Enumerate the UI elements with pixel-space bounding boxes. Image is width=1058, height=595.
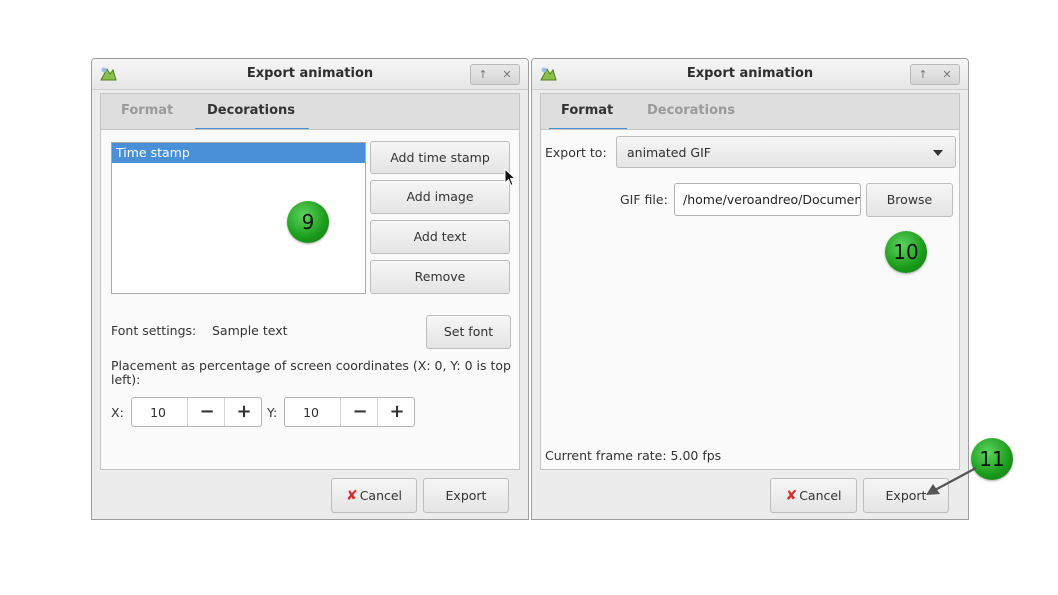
x-label: X: bbox=[111, 405, 124, 420]
browse-button[interactable]: Browse bbox=[866, 183, 953, 217]
title-bar[interactable]: Export animation ↑ ✕ bbox=[532, 59, 968, 90]
remove-button[interactable]: Remove bbox=[370, 260, 510, 294]
tab-format[interactable]: Format bbox=[561, 103, 613, 118]
gif-file-input[interactable]: /home/veroandreo/Documents bbox=[674, 183, 861, 216]
chevron-down-icon bbox=[933, 150, 943, 156]
dialog-title: Export animation bbox=[686, 66, 814, 81]
cancel-label: Cancel bbox=[359, 488, 403, 503]
callout-arrow-icon bbox=[926, 467, 977, 495]
export-to-label: Export to: bbox=[545, 145, 607, 160]
export-animation-dialog-decorations: Export animation ↑ ✕ Format Decorations … bbox=[91, 58, 529, 520]
export-format-select[interactable]: animated GIF bbox=[616, 136, 956, 168]
callout-badge-9: 9 bbox=[287, 201, 329, 243]
cancel-icon: ✘ bbox=[345, 488, 358, 504]
tab-format[interactable]: Format bbox=[121, 103, 173, 118]
cancel-icon: ✘ bbox=[785, 488, 798, 504]
gif-file-label: GIF file: bbox=[620, 192, 668, 207]
cancel-button[interactable]: ✘ Cancel bbox=[331, 478, 417, 513]
y-decrement-icon[interactable]: − bbox=[340, 398, 379, 426]
export-animation-dialog-format: Export animation ↑ ✕ Format Decorations … bbox=[531, 58, 969, 520]
set-font-button[interactable]: Set font bbox=[426, 315, 511, 349]
cancel-button[interactable]: ✘ Cancel bbox=[770, 478, 857, 513]
dialog-title: Export animation bbox=[246, 66, 374, 81]
tab-bar: Format Decorations bbox=[540, 93, 960, 131]
callout-badge-10: 10 bbox=[885, 231, 927, 273]
mouse-cursor-icon bbox=[504, 168, 517, 187]
title-bar[interactable]: Export animation ↑ ✕ bbox=[92, 59, 528, 90]
export-button[interactable]: Export bbox=[423, 478, 509, 513]
list-item[interactable]: Time stamp bbox=[112, 143, 365, 163]
window-buttons: ↑ ✕ bbox=[910, 64, 960, 85]
add-image-button[interactable]: Add image bbox=[370, 180, 510, 214]
x-value[interactable]: 10 bbox=[150, 405, 166, 420]
y-spinbox[interactable]: 10 − + bbox=[284, 397, 415, 427]
tab-decorations[interactable]: Decorations bbox=[207, 103, 295, 118]
tab-bar: Format Decorations bbox=[100, 93, 520, 131]
restore-icon[interactable]: ↑ bbox=[478, 68, 487, 81]
restore-icon[interactable]: ↑ bbox=[918, 68, 927, 81]
x-decrement-icon[interactable]: − bbox=[187, 398, 226, 426]
font-sample-text: Sample text bbox=[212, 323, 288, 338]
add-time-stamp-button[interactable]: Add time stamp bbox=[370, 141, 510, 174]
x-spinbox[interactable]: 10 − + bbox=[131, 397, 262, 427]
tab-decorations[interactable]: Decorations bbox=[647, 103, 735, 118]
export-format-value: animated GIF bbox=[627, 145, 711, 160]
gif-file-value: /home/veroandreo/Documents bbox=[683, 192, 861, 207]
window-buttons: ↑ ✕ bbox=[470, 64, 520, 85]
font-settings-label: Font settings: bbox=[111, 323, 197, 338]
y-value[interactable]: 10 bbox=[303, 405, 319, 420]
cancel-label: Cancel bbox=[799, 488, 842, 503]
x-increment-icon[interactable]: + bbox=[224, 398, 263, 426]
format-panel: Export to: animated GIF GIF file: /home/… bbox=[540, 129, 960, 470]
placement-label: Placement as percentage of screen coordi… bbox=[111, 358, 511, 387]
add-text-button[interactable]: Add text bbox=[370, 220, 510, 254]
close-icon[interactable]: ✕ bbox=[942, 68, 951, 81]
y-increment-icon[interactable]: + bbox=[377, 398, 416, 426]
frame-rate-text: Current frame rate: 5.00 fps bbox=[545, 448, 722, 463]
y-label: Y: bbox=[267, 405, 278, 420]
close-icon[interactable]: ✕ bbox=[502, 68, 511, 81]
decorations-panel: Time stamp Add time stamp Add image Add … bbox=[100, 129, 520, 470]
